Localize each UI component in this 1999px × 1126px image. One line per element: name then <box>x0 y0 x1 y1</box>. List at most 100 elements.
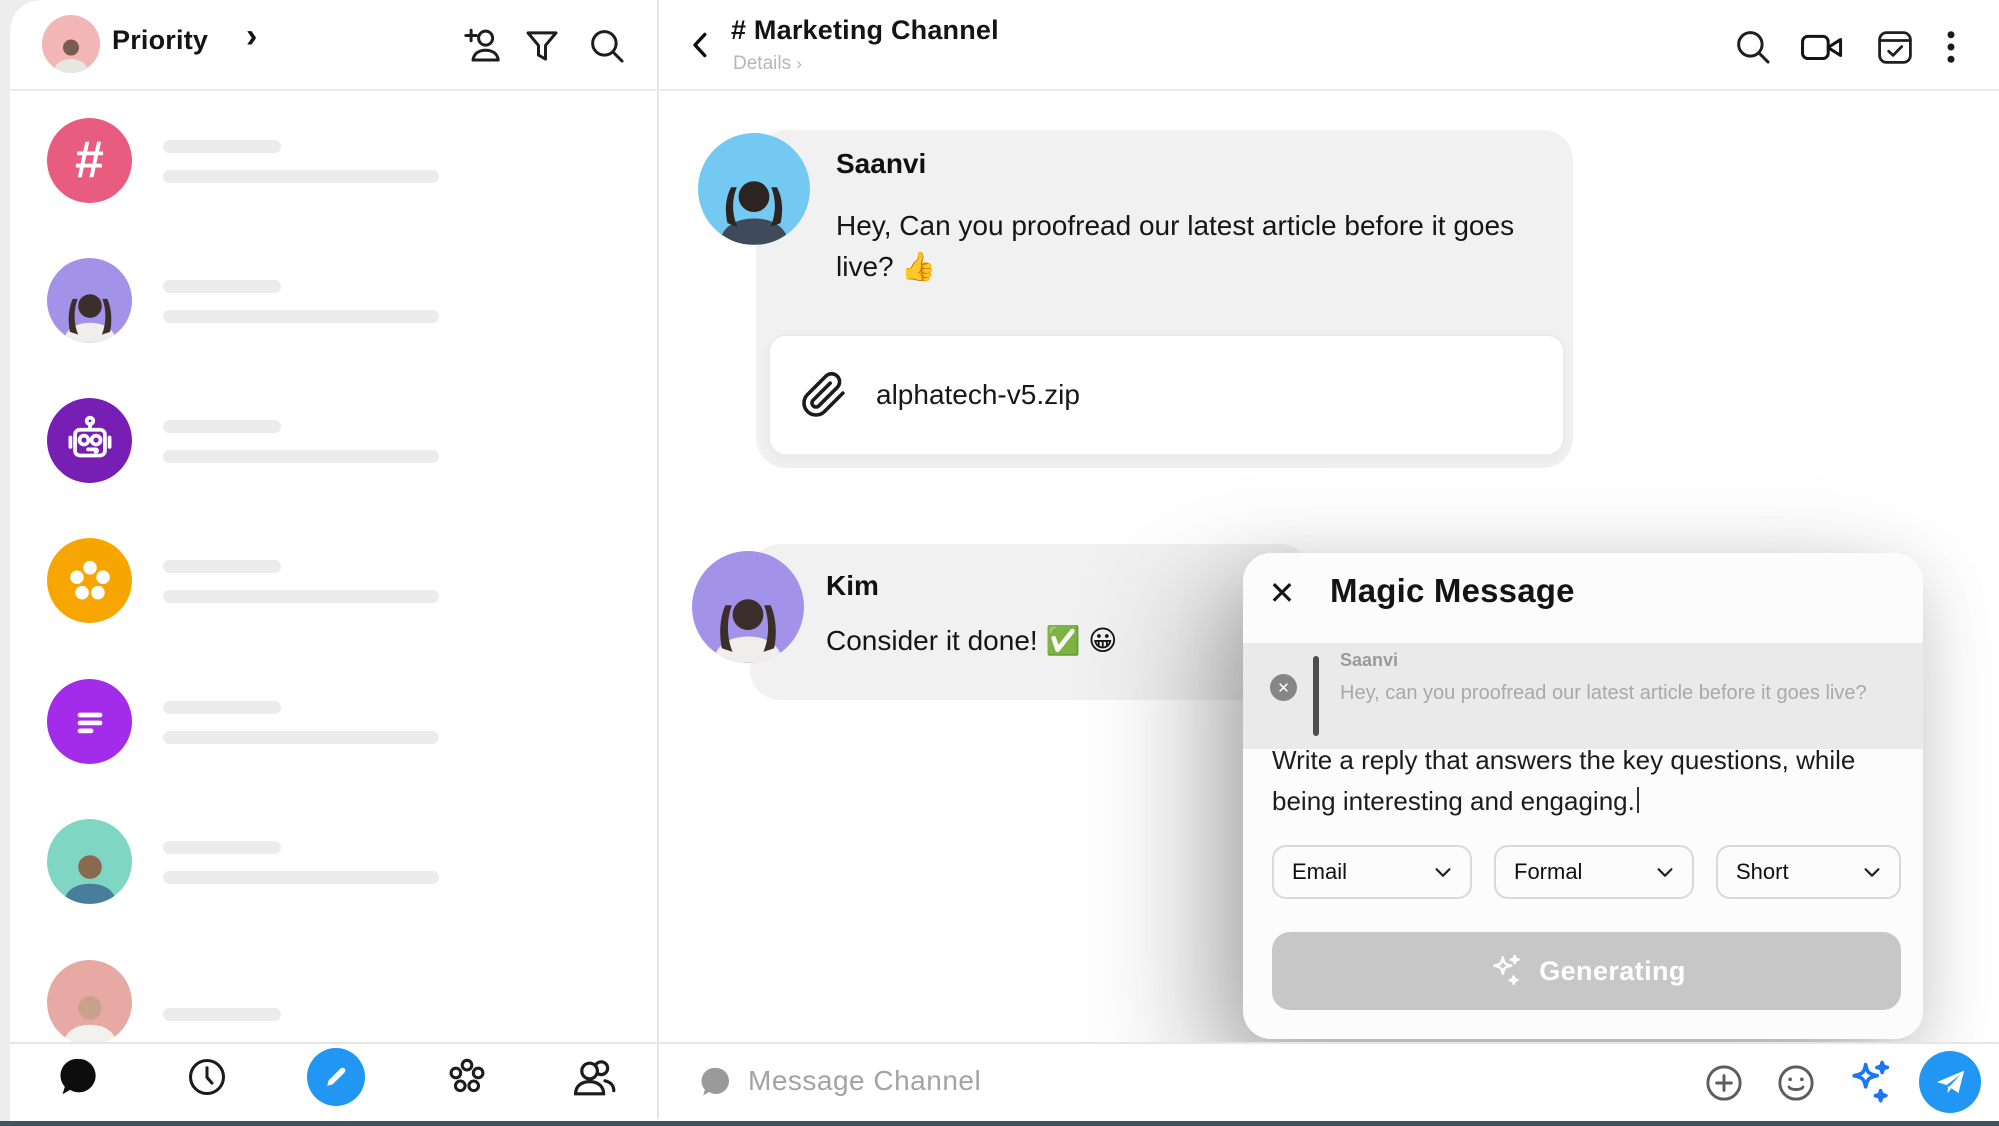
apps-tab[interactable] <box>444 1054 490 1105</box>
robot-icon <box>62 413 118 469</box>
paperclip-icon <box>800 371 848 419</box>
tasks-button[interactable] <box>1874 26 1916 73</box>
recents-tab[interactable] <box>184 1054 230 1105</box>
sparkles-icon <box>1487 952 1525 990</box>
list-lines-icon <box>62 694 118 750</box>
magic-message-button[interactable] <box>1844 1056 1896 1113</box>
person-photo-icon <box>57 846 123 904</box>
channel-details-link[interactable]: Details › <box>733 53 802 75</box>
person-photo-icon <box>57 987 123 1045</box>
app-window: Priority › # <box>0 0 1999 1126</box>
back-button[interactable] <box>683 27 719 68</box>
placeholder-title-bar <box>163 140 281 153</box>
workspace-name[interactable]: Priority <box>112 25 208 56</box>
paper-plane-icon <box>1933 1065 1967 1099</box>
chevron-right-icon[interactable]: › <box>246 17 257 56</box>
workspace-avatar[interactable] <box>42 15 100 73</box>
quote-author: Saanvi <box>1340 650 1398 671</box>
placeholder-preview-bar <box>163 590 439 603</box>
sidebar-divider <box>657 0 659 1119</box>
window-corner <box>10 0 40 30</box>
generate-label: Generating <box>1539 956 1686 987</box>
attach-button[interactable] <box>1702 1061 1746 1110</box>
placeholder-title-bar <box>163 420 281 433</box>
quote-text: Hey, can you proofread our latest articl… <box>1340 682 1867 705</box>
tone-dropdown[interactable]: Formal <box>1494 845 1694 899</box>
quote-bar <box>1313 656 1319 736</box>
message-avatar[interactable] <box>692 551 804 663</box>
prompt-input[interactable]: Write a reply that answers the key quest… <box>1272 740 1920 822</box>
attachment-filename: alphatech-v5.zip <box>876 379 1080 411</box>
chevron-right-icon: › <box>796 54 802 73</box>
person-photo-icon <box>711 169 797 245</box>
dropdown-value: Formal <box>1514 859 1582 885</box>
chevron-down-icon <box>1861 861 1883 883</box>
compose-button[interactable] <box>307 1048 365 1106</box>
video-call-button[interactable] <box>1799 27 1845 72</box>
lines-avatar <box>47 679 132 764</box>
hash-icon: # <box>75 118 104 203</box>
channel-title: # Marketing Channel <box>731 15 999 46</box>
person-avatar <box>47 960 132 1045</box>
sidebar-search-button[interactable] <box>586 25 628 72</box>
clock-icon <box>184 1054 230 1100</box>
person-avatar <box>47 819 132 904</box>
person-avatar <box>47 258 132 343</box>
contacts-tab[interactable] <box>570 1053 618 1106</box>
placeholder-preview-bar <box>163 310 439 323</box>
smiley-icon <box>1774 1061 1818 1105</box>
people-icon <box>570 1053 618 1101</box>
composer-placeholder[interactable]: Message Channel <box>748 1065 981 1097</box>
bot-avatar <box>47 398 132 483</box>
search-icon <box>1732 26 1774 68</box>
dropdown-value: Short <box>1736 859 1789 885</box>
video-camera-icon <box>1799 27 1845 67</box>
placeholder-title-bar <box>163 280 281 293</box>
chat-search-button[interactable] <box>1732 26 1774 73</box>
send-button[interactable] <box>1919 1051 1981 1113</box>
placeholder-title-bar <box>163 560 281 573</box>
message-text: Consider it done! ✅ 😀 <box>826 620 1296 661</box>
composer[interactable] <box>698 1064 734 1105</box>
remove-quote-button[interactable]: ✕ <box>1270 674 1297 701</box>
header-divider <box>10 89 1999 91</box>
modal-title: Magic Message <box>1330 572 1575 610</box>
close-icon: ✕ <box>1269 574 1296 612</box>
add-contact-button[interactable] <box>462 25 504 72</box>
prompt-text: Write a reply that answers the key quest… <box>1272 745 1855 816</box>
flower-dots-icon <box>62 553 118 609</box>
magic-message-modal: ✕ Magic Message ✕ Saanvi Hey, can you pr… <box>1243 553 1923 1039</box>
format-dropdown[interactable]: Email <box>1272 845 1472 899</box>
filter-button[interactable] <box>521 25 563 72</box>
pencil-icon <box>322 1063 350 1091</box>
text-cursor <box>1637 787 1639 813</box>
chat-bubble-icon <box>56 1054 102 1100</box>
more-options-button[interactable] <box>1938 26 1964 73</box>
bottombar-divider <box>10 1042 1999 1044</box>
placeholder-preview-bar <box>163 450 439 463</box>
plus-circle-icon <box>1702 1061 1746 1105</box>
chevron-down-icon <box>1432 861 1454 883</box>
quoted-message: ✕ Saanvi Hey, can you proofread our late… <box>1243 643 1923 749</box>
person-photo-icon <box>49 33 93 73</box>
dots-avatar <box>47 538 132 623</box>
generate-button[interactable]: Generating <box>1272 932 1901 1010</box>
length-dropdown[interactable]: Short <box>1716 845 1901 899</box>
check-square-icon <box>1874 26 1916 68</box>
dropdown-value: Email <box>1292 859 1347 885</box>
message-author: Kim <box>826 570 879 602</box>
person-photo-icon <box>705 587 791 663</box>
placeholder-preview-bar <box>163 731 439 744</box>
emoji-button[interactable] <box>1774 1061 1818 1110</box>
placeholder-title-bar <box>163 701 281 714</box>
attachment-card[interactable]: alphatech-v5.zip <box>768 334 1565 456</box>
close-icon: ✕ <box>1277 679 1290 697</box>
chats-tab[interactable] <box>56 1054 102 1105</box>
details-label: Details <box>733 53 791 74</box>
search-icon <box>586 25 628 67</box>
message-avatar[interactable] <box>698 133 810 245</box>
placeholder-title-bar <box>163 1008 281 1021</box>
close-button[interactable]: ✕ <box>1262 573 1302 613</box>
chat-bubble-icon <box>698 1064 734 1100</box>
message-text: Hey, Can you proofread our latest articl… <box>836 205 1551 287</box>
